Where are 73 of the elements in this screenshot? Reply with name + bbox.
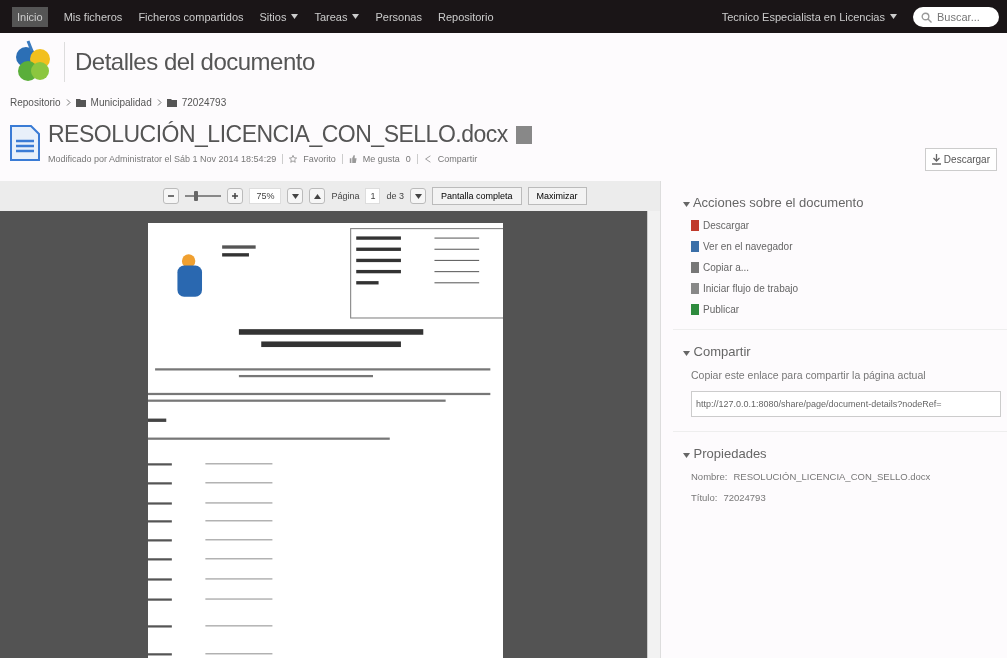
nav-link[interactable]: Repositorio <box>437 6 494 27</box>
page-total: de 3 <box>386 191 404 201</box>
document-icon <box>10 124 40 161</box>
like-link[interactable]: Me gusta <box>362 154 400 164</box>
nav-link[interactable]: Sitios <box>259 6 299 27</box>
thumb-up-icon <box>348 155 357 163</box>
caret-icon <box>352 14 360 19</box>
star-icon <box>289 155 298 163</box>
action-icon <box>691 283 699 294</box>
breadcrumb-link[interactable]: Municipalidad <box>90 97 152 108</box>
chevron-icon <box>156 99 162 106</box>
share-link[interactable]: Compartir <box>437 154 478 164</box>
caret-icon <box>291 193 299 199</box>
caret-icon <box>414 193 422 199</box>
zoom-dropdown-button[interactable] <box>287 188 304 204</box>
maximize-button[interactable]: Maximizar <box>527 187 587 205</box>
download-button[interactable]: Descargar <box>924 148 997 171</box>
caret-icon <box>291 14 299 19</box>
caret-icon <box>683 453 690 458</box>
nav-link[interactable]: Ficheros compartidos <box>138 6 244 27</box>
download-icon <box>931 154 941 165</box>
previous-page-button[interactable] <box>309 188 326 204</box>
caret-up-icon <box>313 193 321 199</box>
page-label: Página <box>331 191 360 201</box>
scrollbar[interactable] <box>647 211 660 658</box>
chevron-icon <box>65 99 71 106</box>
search-field[interactable]: Buscar... <box>913 6 999 27</box>
share-link-field[interactable]: http://127.0.0.1:8080/share/page/document-details?nodeRef= <box>691 391 1001 417</box>
zoom-slider-thumb[interactable] <box>194 191 199 201</box>
action-link[interactable]: Publicar <box>683 304 1001 315</box>
caret-icon <box>683 351 690 356</box>
minus-icon <box>167 192 176 200</box>
plus-icon <box>231 192 240 200</box>
action-icon <box>691 220 699 231</box>
favorite-link[interactable]: Favorito <box>303 154 336 164</box>
search-icon <box>921 11 932 23</box>
user-menu[interactable]: Tecnico Especialista en Licencias <box>721 6 897 27</box>
action-link[interactable]: Iniciar flujo de trabajo <box>683 283 1001 294</box>
like-count: 0 <box>405 154 411 164</box>
caret-icon <box>890 14 897 19</box>
action-icon <box>691 241 699 252</box>
folder-icon <box>166 98 177 107</box>
action-link[interactable]: Ver en el navegador <box>683 241 1001 252</box>
folder-icon <box>75 98 86 107</box>
share-hint: Copiar este enlace para compartir la página actual <box>690 369 927 381</box>
document-name: RESOLUCIÓN_LICENCIA_CON_SELLO.docx <box>48 121 508 148</box>
breadcrumb-link[interactable]: Repositorio <box>10 97 61 108</box>
property-value: RESOLUCIÓN_LICENCIA_CON_SELLO.docx <box>733 471 931 482</box>
page-title: Detalles del documento <box>75 48 315 76</box>
fullscreen-button[interactable]: Pantalla completa <box>432 187 522 205</box>
nav-link[interactable]: Mis ficheros <box>63 6 123 27</box>
section-title[interactable]: Propiedades <box>683 446 1001 461</box>
next-page-button[interactable] <box>410 188 426 204</box>
property-label: Nombre: <box>691 471 728 482</box>
action-icon <box>691 304 699 315</box>
caret-icon <box>683 202 690 207</box>
action-link[interactable]: Copiar a... <box>683 262 1001 273</box>
nav-link[interactable]: Inicio <box>12 6 48 27</box>
zoom-in-button[interactable] <box>227 188 244 204</box>
property-label: Título: <box>691 492 718 503</box>
nav-link[interactable]: Tareas <box>314 6 360 27</box>
page-field[interactable]: 1 <box>365 188 381 204</box>
breadcrumb-link[interactable]: 72024793 <box>181 97 227 108</box>
section-title[interactable]: Compartir <box>683 344 1001 359</box>
modified-info: Modificado por Administrator el Sáb 1 Nov 2014 18:54:29 <box>48 154 277 164</box>
action-icon <box>691 262 699 273</box>
section-title[interactable]: Acciones sobre el documento <box>683 195 1001 210</box>
zoom-field[interactable]: 75% <box>249 188 282 204</box>
nav-link[interactable]: Personas <box>375 6 422 27</box>
action-link[interactable]: Descargar <box>683 220 1001 231</box>
property-value: 72024793 <box>723 492 766 503</box>
share-icon <box>423 155 432 163</box>
zoom-out-button[interactable] <box>163 188 180 204</box>
